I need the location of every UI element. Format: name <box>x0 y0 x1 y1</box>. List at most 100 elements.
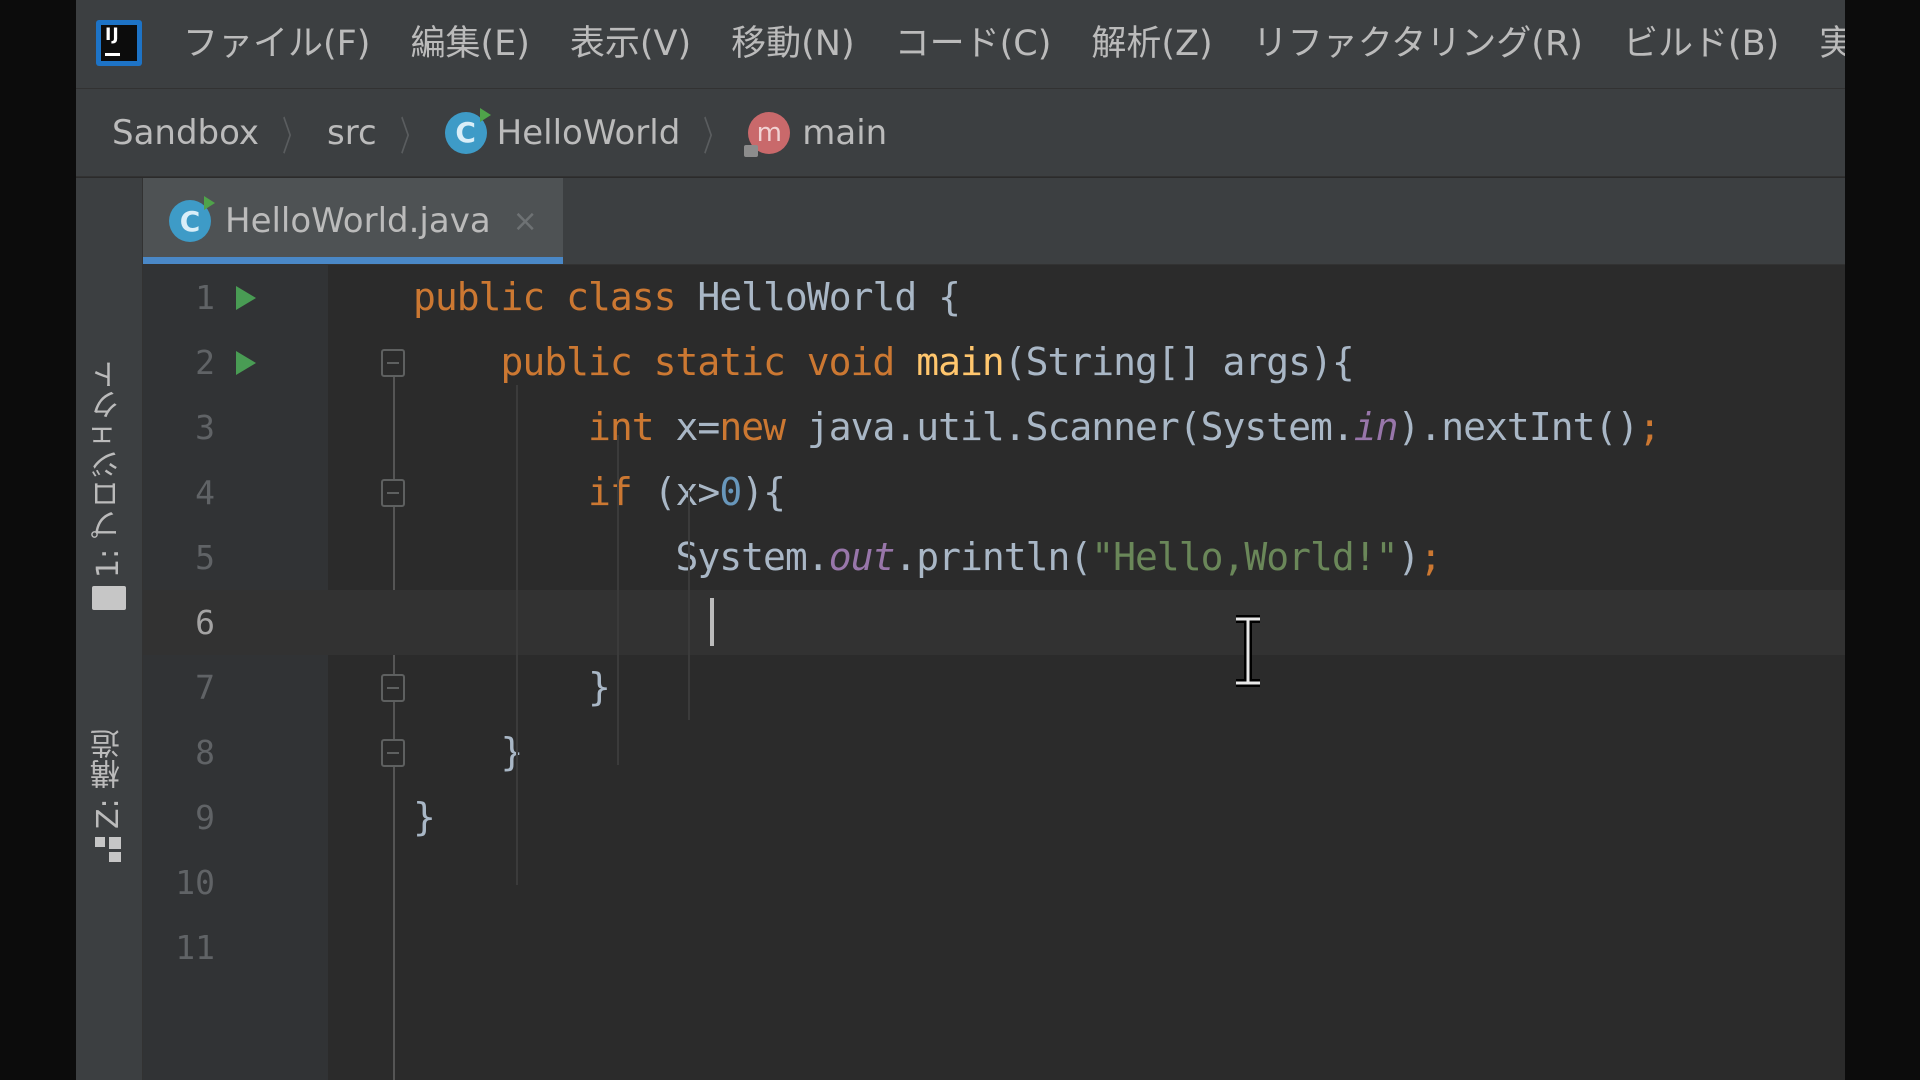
code-token: java.util.Scanner(System. <box>806 405 1355 449</box>
fold-icon[interactable] <box>381 739 405 767</box>
code-text: System.out.println("Hello,World!"); <box>413 525 1443 590</box>
ide-window: IJ ファイル(F) 編集(E) 表示(V) 移動(N) コード(C) 解析(Z… <box>76 0 1845 1080</box>
line-number: 10 <box>175 863 215 902</box>
java-class-icon: C <box>444 107 491 154</box>
code-text: } <box>413 720 524 785</box>
menu-navigate[interactable]: 移動(N) <box>714 0 872 88</box>
code-line[interactable]: 8 } <box>143 720 1845 785</box>
menu-view[interactable]: 表示(V) <box>553 0 708 88</box>
breadcrumb-method[interactable]: m main <box>744 111 887 157</box>
breadcrumb-separator-icon: 〉 <box>399 113 422 160</box>
code-line[interactable]: 5 System.out.println("Hello,World!"); <box>143 525 1845 590</box>
code-token: } <box>413 730 524 774</box>
code-line[interactable]: 4 if (x>0){ <box>143 460 1845 525</box>
intellij-logo-icon[interactable]: IJ <box>96 20 142 66</box>
menu-edit[interactable]: 編集(E) <box>393 0 546 88</box>
code-token: out <box>828 535 896 579</box>
tab-helloworld-java[interactable]: C HelloWorld.java × <box>143 178 563 264</box>
code-token: ).nextInt() <box>1397 405 1640 449</box>
code-token: ; <box>1419 535 1442 579</box>
indent-guide <box>516 385 518 885</box>
java-class-icon: C <box>169 196 215 242</box>
fold-icon[interactable] <box>381 479 405 507</box>
code-line[interactable]: 11 <box>143 915 1845 980</box>
text-caret <box>710 598 714 646</box>
line-number: 11 <box>175 928 215 967</box>
line-number: 4 <box>195 473 215 512</box>
code-token: System. <box>413 535 830 579</box>
run-icon[interactable] <box>236 351 256 375</box>
code-text: public static void main(String[] args){ <box>413 330 1355 395</box>
code-token: main <box>916 340 1005 384</box>
code-token: int <box>413 405 676 449</box>
project-tool-tab[interactable]: 1: プロジェクト <box>80 210 138 610</box>
code-line[interactable]: 10 <box>143 850 1845 915</box>
code-token: in <box>1353 405 1399 449</box>
run-icon[interactable] <box>236 286 256 310</box>
menu-run[interactable]: 実行(U) <box>1802 0 1845 88</box>
code-text: int x=new java.util.Scanner(System.in).n… <box>413 395 1661 460</box>
menu-items: ファイル(F) 編集(E) 表示(V) 移動(N) コード(C) 解析(Z) リ… <box>166 0 1845 88</box>
code-token: .println( <box>894 535 1092 579</box>
line-number: 5 <box>195 538 215 577</box>
code-token: new <box>719 405 807 449</box>
code-line[interactable]: 2 public static void main(String[] args)… <box>143 330 1845 395</box>
menu-build[interactable]: ビルド(B) <box>1606 0 1796 88</box>
code-token: (x> <box>653 470 721 514</box>
method-icon: m <box>744 111 791 157</box>
code-token: public static void <box>413 340 917 384</box>
code-text: } <box>413 785 436 850</box>
code-token: (String[] args){ <box>1003 340 1355 384</box>
code-token: ){ <box>741 470 786 514</box>
code-token: "Hello,World!" <box>1091 535 1398 579</box>
line-number: 7 <box>195 668 215 707</box>
indent-guide <box>688 490 690 720</box>
fold-icon[interactable] <box>381 674 405 702</box>
code-token: ) <box>1397 535 1421 579</box>
breadcrumb-project[interactable]: Sandbox <box>112 113 259 153</box>
active-tab-indicator <box>143 257 563 264</box>
line-number: 1 <box>195 278 215 317</box>
code-line[interactable]: 6 <box>143 590 1845 655</box>
code-line[interactable]: 7 } <box>143 655 1845 720</box>
breadcrumb-folder[interactable]: src <box>327 113 377 153</box>
structure-icon <box>95 837 123 863</box>
breadcrumb-separator-icon: 〉 <box>282 113 305 160</box>
line-number: 9 <box>195 798 215 837</box>
code-text: } <box>413 655 611 720</box>
code-text: if (x>0){ <box>413 460 786 525</box>
menu-code[interactable]: コード(C) <box>878 0 1069 88</box>
structure-tool-tab[interactable]: Z: 構造 <box>80 678 138 863</box>
menu-file[interactable]: ファイル(F) <box>166 0 387 88</box>
code-token: public class <box>413 275 698 319</box>
code-token: } <box>413 795 436 839</box>
folder-icon <box>92 586 126 610</box>
breadcrumb-separator-icon: 〉 <box>703 113 726 160</box>
line-number: 2 <box>195 343 215 382</box>
code-token: ; <box>1638 405 1661 449</box>
code-line[interactable]: 9} <box>143 785 1845 850</box>
line-number: 8 <box>195 733 215 772</box>
menu-bar: IJ ファイル(F) 編集(E) 表示(V) 移動(N) コード(C) 解析(Z… <box>76 0 1845 89</box>
left-tool-window-strip: 1: プロジェクト Z: 構造 <box>76 178 143 1080</box>
indent-guide <box>617 435 619 765</box>
line-number: 6 <box>195 603 215 642</box>
code-editor[interactable]: 1 public class HelloWorld {2 public stati… <box>143 265 1845 1080</box>
code-token: HelloWorld { <box>697 275 961 319</box>
menu-refactor[interactable]: リファクタリング(R) <box>1236 0 1600 88</box>
code-line[interactable]: 3 int x=new java.util.Scanner(System.in)… <box>143 395 1845 460</box>
line-number: 3 <box>195 408 215 447</box>
editor-tab-bar: C HelloWorld.java × <box>143 178 1845 265</box>
menu-analyze[interactable]: 解析(Z) <box>1074 0 1229 88</box>
code-text: public class HelloWorld { <box>413 265 961 330</box>
tab-label: HelloWorld.java <box>225 201 491 241</box>
code-token: 0 <box>719 470 742 514</box>
close-icon[interactable]: × <box>513 204 538 239</box>
code-line[interactable]: 1 public class HelloWorld { <box>143 265 1845 330</box>
fold-icon[interactable] <box>381 349 405 377</box>
breadcrumb: Sandbox 〉 src 〉 C HelloWorld 〉 m main <box>76 89 1845 177</box>
code-token: x= <box>675 405 721 449</box>
breadcrumb-class[interactable]: C HelloWorld <box>444 107 680 154</box>
mouse-ibeam-cursor-icon <box>1236 615 1260 687</box>
code-token: } <box>413 665 611 709</box>
